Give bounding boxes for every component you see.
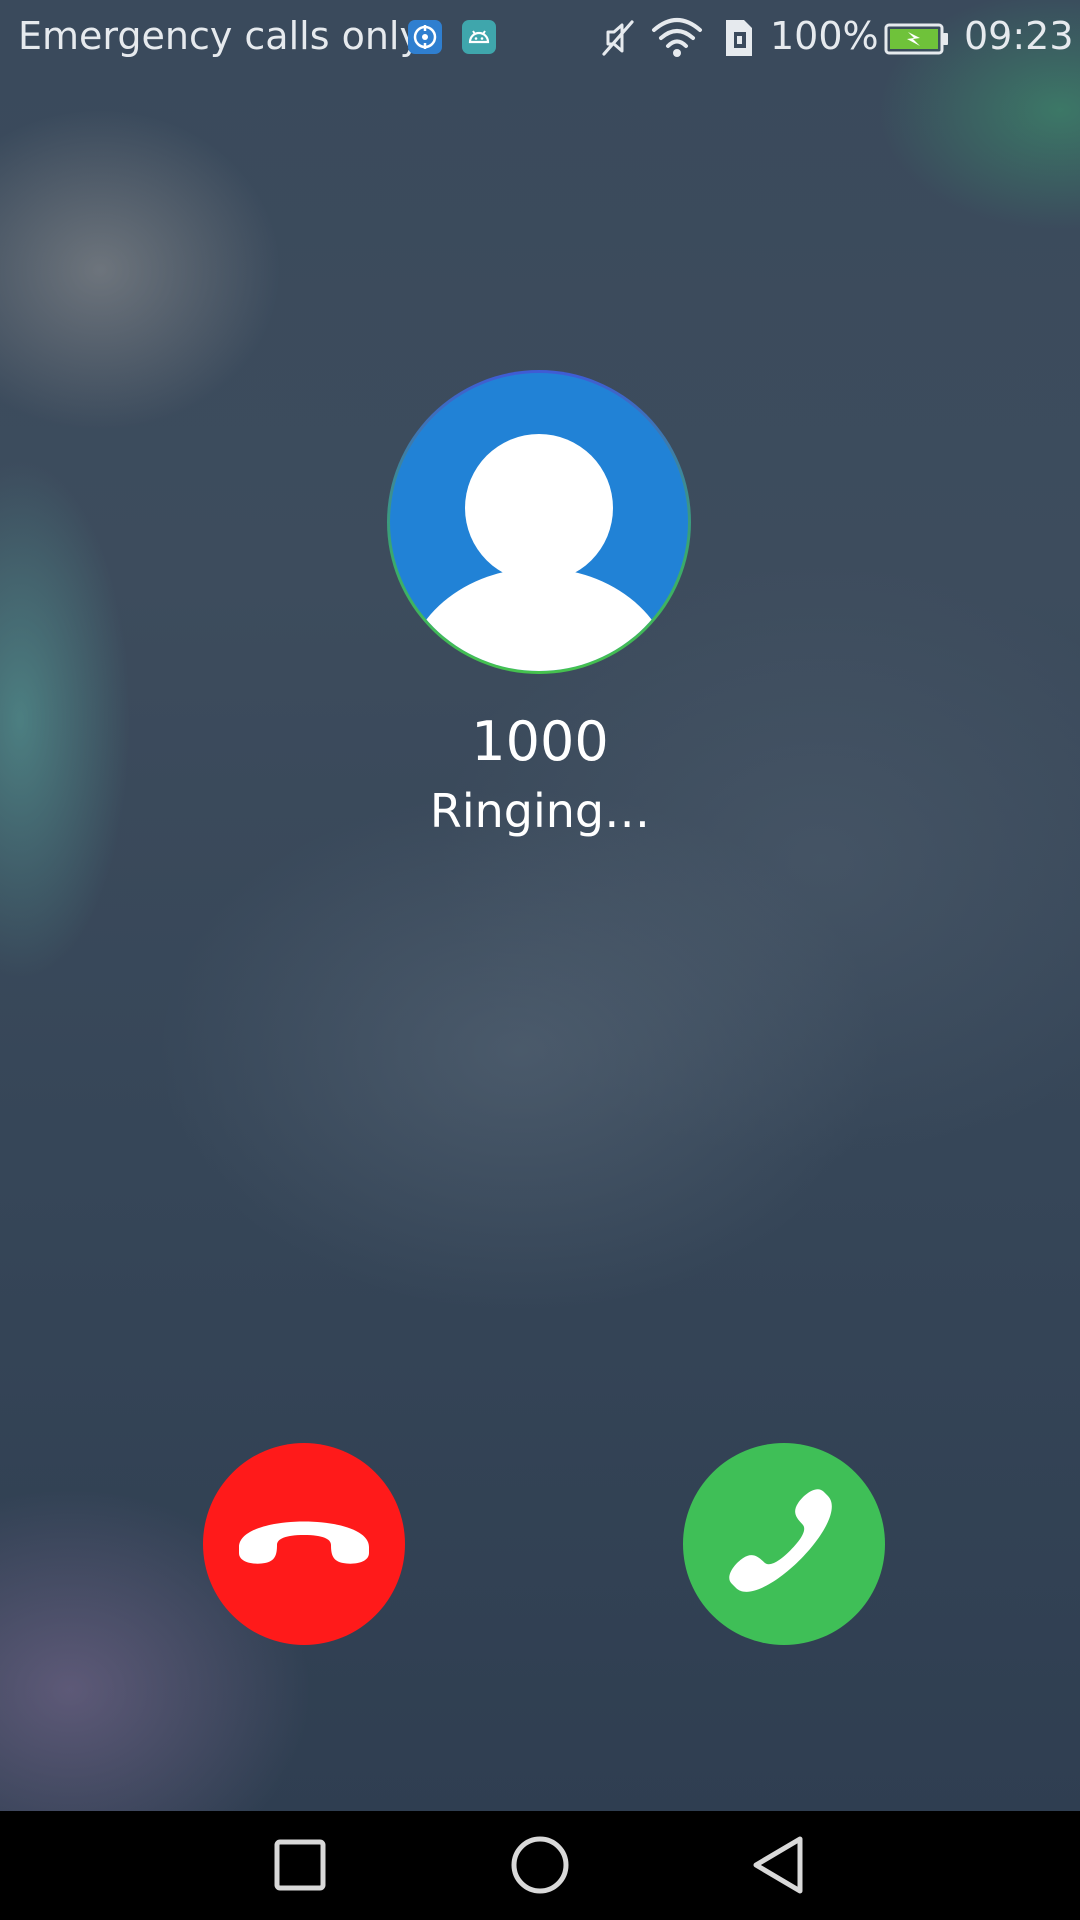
phone-icon — [729, 1489, 832, 1592]
person-icon — [404, 434, 674, 671]
home-button[interactable] — [500, 1825, 580, 1905]
android-debug-icon — [462, 20, 496, 54]
caller-number: 1000 — [471, 710, 609, 773]
recents-icon — [274, 1839, 326, 1891]
home-icon — [511, 1836, 569, 1894]
avatar — [390, 373, 688, 671]
wifi-icon — [652, 18, 702, 57]
clock: 09:23 — [964, 14, 1074, 58]
back-button[interactable] — [740, 1825, 820, 1905]
navigation-bar — [0, 1811, 1080, 1920]
sim-icon — [726, 20, 752, 56]
end-call-icon — [239, 1521, 369, 1564]
status-bar: Emergency calls only 100% 09:23 — [0, 0, 1080, 76]
carrier-text: Emergency calls only — [18, 14, 422, 58]
battery-percent: 100% — [770, 14, 879, 58]
app-notification-icon — [408, 20, 442, 54]
battery-charging-icon — [884, 23, 948, 55]
answer-button[interactable] — [683, 1443, 885, 1645]
incoming-call-screen: Emergency calls only 100% 09:23 1000 Rin… — [0, 0, 1080, 1920]
recents-button[interactable] — [260, 1825, 340, 1905]
back-icon — [753, 1836, 803, 1894]
mute-icon — [602, 20, 634, 56]
call-status: Ringing… — [429, 784, 651, 838]
decline-button[interactable] — [203, 1443, 405, 1645]
